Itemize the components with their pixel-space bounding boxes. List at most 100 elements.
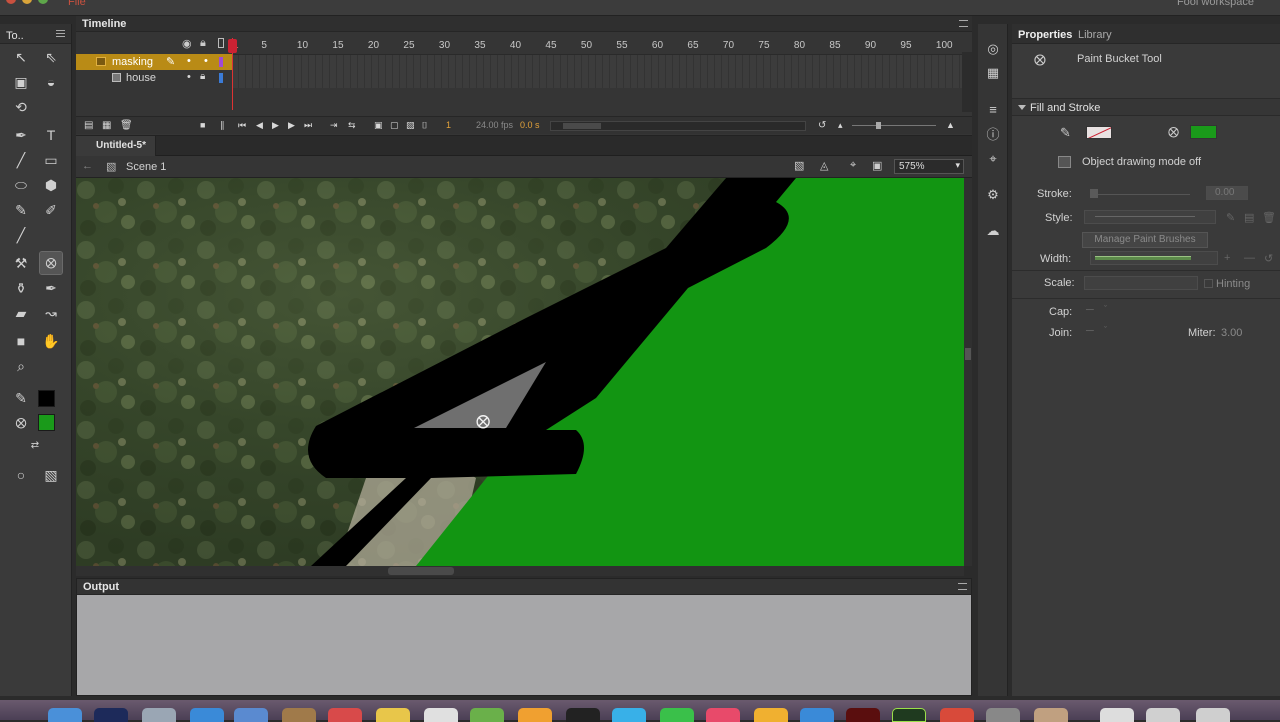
stage-hscroll-thumb[interactable]	[388, 567, 454, 575]
object-drawing-icon[interactable]: ○	[10, 464, 32, 486]
visibility-dot-icon[interactable]: •	[187, 71, 191, 83]
current-frame-value[interactable]: 1	[446, 120, 451, 130]
cap-style-icon[interactable]: ─	[1086, 304, 1094, 316]
fill-color-swatch[interactable]	[38, 414, 55, 431]
eyedropper-tool-icon[interactable]: ✒	[40, 277, 62, 299]
3d-rotation-tool-icon[interactable]: ◒	[40, 71, 62, 93]
zoom-dropdown[interactable]: 575% ▾	[894, 159, 964, 174]
remove-width-icon[interactable]: —	[1244, 252, 1255, 264]
components-icon[interactable]: ⚙	[984, 186, 1002, 204]
document-tab[interactable]: Untitled-5*	[76, 136, 156, 156]
stage-artwork[interactable]: ⭙	[76, 178, 964, 566]
bone-tool-icon[interactable]: ⚒	[10, 252, 32, 274]
fill-color-swatch[interactable]	[1190, 125, 1217, 139]
timeline-hscroll[interactable]	[550, 121, 806, 131]
stroke-value-field[interactable]: 0.00	[1206, 186, 1248, 200]
delete-layer-icon[interactable]: 🗑︎	[120, 120, 133, 131]
object-drawing-mode-icon[interactable]	[1058, 156, 1071, 168]
frame-ruler[interactable]: 1510152025303540455055606570758085909510…	[232, 38, 962, 54]
ink-bottle-tool-icon[interactable]: ⚱	[10, 277, 32, 299]
output-menu-icon[interactable]	[958, 583, 967, 590]
pencil-tool-icon[interactable]: ✎	[10, 199, 32, 221]
miter-value[interactable]: 3.00	[1221, 327, 1242, 339]
text-tool-icon[interactable]: T	[40, 124, 62, 146]
playhead[interactable]	[228, 38, 237, 110]
app-menu-title[interactable]: File	[68, 0, 86, 8]
join-style-icon[interactable]: ─	[1086, 325, 1094, 337]
zoom-tool-icon[interactable]: ⌕	[10, 355, 32, 377]
frame-size-slider-handle[interactable]	[876, 122, 881, 129]
outline-toggle-icon[interactable]	[218, 38, 224, 48]
width-profile-dropdown[interactable]	[1090, 251, 1218, 265]
camera-toggle-icon[interactable]: ■	[200, 120, 205, 130]
manage-paint-brushes-button[interactable]: Manage Paint Brushes	[1082, 232, 1208, 248]
new-layer-icon[interactable]: ▤	[84, 120, 93, 131]
brush-tool-icon[interactable]: ╱	[10, 224, 32, 246]
camera-tool-icon[interactable]: ■	[10, 330, 32, 352]
library-panel-icon[interactable]: ≡	[984, 100, 1002, 118]
timeline-hscroll-thumb[interactable]	[563, 123, 601, 129]
go-to-last-frame-icon[interactable]: ⏭	[304, 120, 312, 131]
edit-symbols-icon[interactable]: ◬	[820, 159, 828, 172]
layer-row-masking[interactable]: masking ✎ • •	[76, 54, 232, 70]
oval-tool-icon[interactable]: ⬭	[10, 174, 32, 196]
fps-value[interactable]: 24.00 fps	[476, 120, 513, 130]
new-folder-icon[interactable]: ▦	[102, 120, 111, 131]
show-hide-eye-icon[interactable]: ◉	[182, 37, 192, 50]
transform-icon[interactable]: ⌖	[984, 150, 1002, 168]
hinting-checkbox[interactable]	[1204, 279, 1213, 288]
reset-width-icon[interactable]: ↺	[1264, 252, 1273, 265]
loop-icon[interactable]: ⇆	[348, 120, 356, 131]
tools-panel-menu-icon[interactable]	[56, 30, 65, 37]
timeline-vscroll[interactable]	[962, 52, 972, 112]
zoom-window-button[interactable]	[38, 0, 48, 4]
back-arrow-icon[interactable]: ←	[82, 160, 93, 172]
polystar-tool-icon[interactable]: ⬢	[40, 174, 62, 196]
center-frame-icon[interactable]: ⇥	[330, 120, 338, 131]
stroke-width-slider[interactable]	[1090, 194, 1190, 195]
frame-grid[interactable]	[232, 54, 962, 88]
stroke-color-swatch[interactable]	[1086, 126, 1112, 139]
paint-brush-tool-icon[interactable]: ✐	[40, 199, 62, 221]
lasso-tool-icon[interactable]: ⟲	[10, 96, 32, 118]
motion-presets-icon[interactable]: ◎	[984, 40, 1002, 58]
stroke-width-slider-handle[interactable]	[1090, 189, 1098, 198]
rectangle-tool-icon[interactable]: ▭	[40, 149, 62, 171]
step-back-icon[interactable]: ◀	[256, 120, 263, 131]
tab-library[interactable]: Library	[1078, 29, 1112, 41]
zoom-in-frames-icon[interactable]: ▲	[946, 120, 955, 130]
playhead-marker[interactable]	[228, 39, 237, 53]
fill-and-stroke-section[interactable]: Fill and Stroke	[1012, 98, 1280, 116]
swap-colors-icon[interactable]: ⇄	[24, 434, 46, 456]
edit-multiple-frames-icon[interactable]: ▧	[406, 120, 415, 131]
scene-label[interactable]: Scene 1	[126, 161, 166, 173]
width-tool-icon[interactable]: ↝	[40, 302, 62, 324]
delete-style-icon[interactable]: 🗑︎	[1262, 211, 1276, 224]
layer-color-marker[interactable]	[219, 57, 223, 67]
lock-icon[interactable]: 🔒︎	[200, 71, 205, 82]
join-dropdown-icon[interactable]: ˇ	[1104, 325, 1107, 335]
style-dropdown[interactable]	[1084, 210, 1216, 224]
lock-dot-icon[interactable]: •	[204, 55, 208, 67]
stage-hscroll[interactable]	[76, 566, 964, 576]
edit-scene-icon[interactable]: ▧	[794, 159, 804, 172]
layer-row-house[interactable]: house • 🔒︎	[76, 70, 232, 86]
reset-icon[interactable]: ↺	[818, 120, 826, 131]
edit-stroke-style-icon[interactable]: ✎	[1226, 211, 1235, 224]
layer-color-marker[interactable]	[219, 73, 223, 83]
clip-content-icon[interactable]: ▣	[872, 159, 882, 172]
creative-cloud-icon[interactable]: ☁	[984, 222, 1002, 240]
layer-name[interactable]: masking	[112, 56, 153, 68]
add-width-icon[interactable]: +	[1224, 252, 1230, 264]
selection-tool-icon[interactable]: ↖	[10, 46, 32, 68]
lock-all-icon[interactable]: 🔒︎	[200, 37, 206, 50]
info-icon[interactable]: ⓘ	[984, 124, 1002, 142]
stroke-color-swatch[interactable]	[38, 390, 55, 407]
hand-tool-icon[interactable]: ✋	[40, 330, 62, 352]
subselection-tool-icon[interactable]: ⇖	[40, 46, 62, 68]
pause-icon[interactable]: ∥	[220, 120, 225, 131]
scale-dropdown[interactable]	[1084, 276, 1198, 290]
cap-dropdown-icon[interactable]: ˇ	[1104, 304, 1107, 314]
tab-properties[interactable]: Properties	[1018, 29, 1072, 41]
paint-bucket-tool-icon[interactable]: ⭙	[39, 251, 63, 275]
